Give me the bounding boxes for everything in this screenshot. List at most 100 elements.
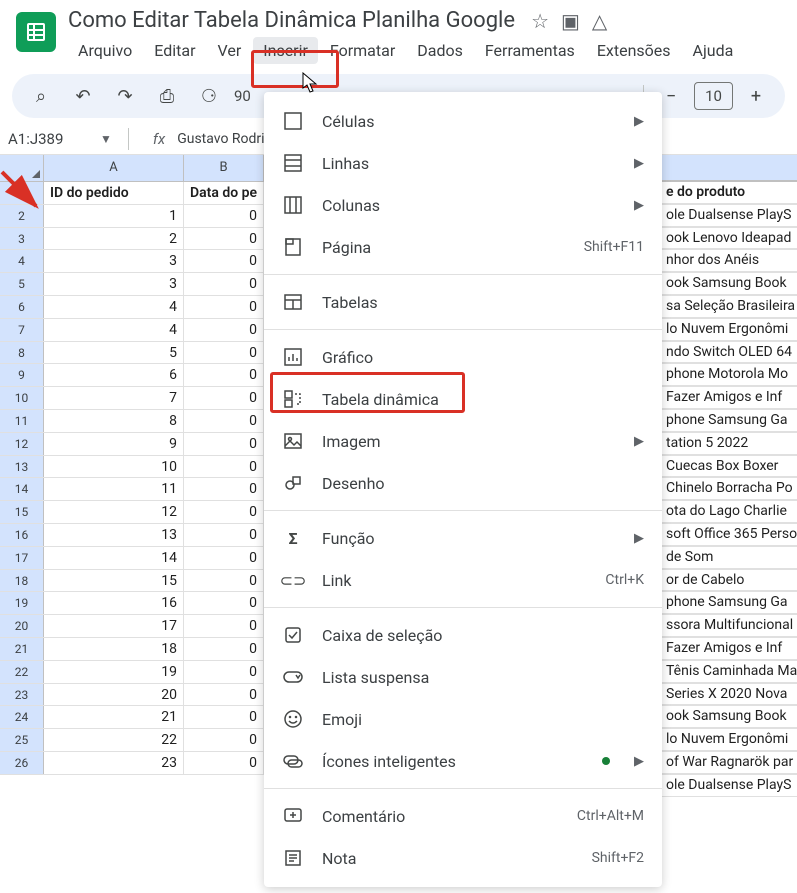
print-icon[interactable]: ⎙	[150, 79, 184, 113]
menu-inserir[interactable]: Inserir	[253, 37, 318, 64]
cell[interactable]: 5	[44, 342, 184, 364]
cell[interactable]: 0	[184, 478, 264, 500]
cell[interactable]: 0	[184, 524, 264, 546]
menu-dropdown-list[interactable]: Lista suspensa	[264, 656, 662, 698]
menu-columns[interactable]: Colunas ▶	[264, 184, 662, 226]
redo-icon[interactable]: ↷	[108, 79, 142, 113]
cell[interactable]: 0	[184, 456, 264, 478]
column-header-b[interactable]: B	[184, 155, 264, 181]
cell[interactable]: ook Samsung Book	[662, 272, 797, 295]
row-header[interactable]: 20	[0, 615, 44, 637]
name-box[interactable]: A1:J389	[8, 130, 88, 148]
row-header[interactable]: 6	[0, 296, 44, 318]
row-header[interactable]: 5	[0, 273, 44, 295]
menu-tables[interactable]: Tabelas	[264, 281, 662, 323]
cell[interactable]: 0	[184, 661, 264, 683]
row-header[interactable]: 4	[0, 250, 44, 272]
row-header[interactable]: 2	[0, 205, 44, 227]
cell[interactable]: 4	[44, 319, 184, 341]
cell[interactable]: 0	[184, 410, 264, 432]
menu-chart[interactable]: Gráfico	[264, 336, 662, 378]
menu-note[interactable]: Nota Shift+F2	[264, 837, 662, 879]
row-header[interactable]: 8	[0, 342, 44, 364]
font-size-input[interactable]: 10	[694, 82, 733, 110]
cell[interactable]: Chinelo Borracha Po	[662, 477, 797, 500]
row-header[interactable]: 26	[0, 752, 44, 774]
cell[interactable]: ook Samsung Book	[662, 705, 797, 728]
row-header[interactable]: 23	[0, 684, 44, 706]
document-title[interactable]: Como Editar Tabela Dinâmica Planilha Goo…	[68, 8, 515, 33]
menu-ferramentas[interactable]: Ferramentas	[475, 37, 585, 64]
row-header[interactable]: 21	[0, 638, 44, 660]
row-header[interactable]: 22	[0, 661, 44, 683]
cell[interactable]: phone Samsung Ga	[662, 409, 797, 432]
menu-comment[interactable]: Comentário Ctrl+Alt+M	[264, 795, 662, 837]
row-header[interactable]: 25	[0, 729, 44, 751]
cell[interactable]: 20	[44, 684, 184, 706]
row-header[interactable]: 24	[0, 706, 44, 728]
cell[interactable]: 3	[44, 273, 184, 295]
menu-image[interactable]: Imagem ▶	[264, 420, 662, 462]
row-header[interactable]: 19	[0, 592, 44, 614]
cell[interactable]: ndo Switch OLED 64	[662, 341, 797, 364]
zoom-level[interactable]: 90	[234, 87, 251, 105]
row-header[interactable]: 17	[0, 547, 44, 569]
cell[interactable]: 0	[184, 547, 264, 569]
row-header[interactable]: 3	[0, 228, 44, 250]
menu-pivot-table[interactable]: Tabela dinâmica	[264, 378, 662, 420]
cell[interactable]: 14	[44, 547, 184, 569]
cell[interactable]: 15	[44, 570, 184, 592]
star-icon[interactable]: ☆	[531, 9, 549, 33]
cell[interactable]: 11	[44, 478, 184, 500]
menu-ajuda[interactable]: Ajuda	[683, 37, 744, 64]
row-header[interactable]: 18	[0, 570, 44, 592]
cell[interactable]: Fazer Amigos e Inf	[662, 637, 797, 660]
cell[interactable]: 0	[184, 706, 264, 728]
cell[interactable]: 23	[44, 752, 184, 774]
row-header[interactable]: 10	[0, 387, 44, 409]
search-icon[interactable]: ⌕	[24, 79, 58, 113]
cell[interactable]: 22	[44, 729, 184, 751]
cloud-status-icon[interactable]: △	[592, 9, 607, 33]
cell[interactable]: ole Dualsense PlayS	[662, 774, 797, 797]
menu-editar[interactable]: Editar	[144, 37, 205, 64]
header-cell[interactable]: Data do pe	[184, 182, 264, 204]
menu-rows[interactable]: Linhas ▶	[264, 142, 662, 184]
row-header[interactable]: 16	[0, 524, 44, 546]
cell[interactable]: 0	[184, 638, 264, 660]
cell[interactable]: 7	[44, 387, 184, 409]
menu-function[interactable]: Σ Função ▶	[264, 517, 662, 559]
formula-bar[interactable]: Gustavo Rodri	[177, 131, 264, 147]
menu-link[interactable]: ⊂⊃ Link Ctrl+K	[264, 559, 662, 601]
cell[interactable]: ssora Multifuncional	[662, 614, 797, 637]
sheets-logo[interactable]	[16, 12, 56, 52]
cell[interactable]: phone Motorola Mo	[662, 363, 797, 386]
cell[interactable]: 3	[44, 250, 184, 272]
column-header-a[interactable]: A	[44, 155, 184, 181]
cell[interactable]: lo Nuvem Ergonômi	[662, 728, 797, 751]
cell[interactable]: 4	[44, 296, 184, 318]
select-all-corner[interactable]	[0, 155, 44, 181]
cell[interactable]: 16	[44, 592, 184, 614]
cell[interactable]: 0	[184, 729, 264, 751]
menu-extensoes[interactable]: Extensões	[587, 37, 681, 64]
cell[interactable]: Tênis Caminhada Ma	[662, 660, 797, 683]
cell[interactable]: 0	[184, 501, 264, 523]
cell[interactable]: 0	[184, 364, 264, 386]
cell[interactable]: 13	[44, 524, 184, 546]
cell[interactable]: Cuecas Box Boxer	[662, 455, 797, 478]
cell[interactable]: 0	[184, 387, 264, 409]
menu-ver[interactable]: Ver	[208, 37, 252, 64]
undo-icon[interactable]: ↶	[66, 79, 100, 113]
cell[interactable]: 0	[184, 433, 264, 455]
header-cell[interactable]: ID do pedido	[44, 182, 184, 204]
row-header[interactable]: 14	[0, 478, 44, 500]
cell[interactable]: 2	[44, 228, 184, 250]
cell[interactable]: ota do Lago Charlie	[662, 500, 797, 523]
menu-drawing[interactable]: Desenho	[264, 462, 662, 504]
cell[interactable]: 0	[184, 205, 264, 227]
cell[interactable]: ook Lenovo Ideapad	[662, 227, 797, 250]
cell[interactable]: 1	[44, 205, 184, 227]
cell[interactable]: 0	[184, 592, 264, 614]
cell[interactable]: de Som	[662, 546, 797, 569]
